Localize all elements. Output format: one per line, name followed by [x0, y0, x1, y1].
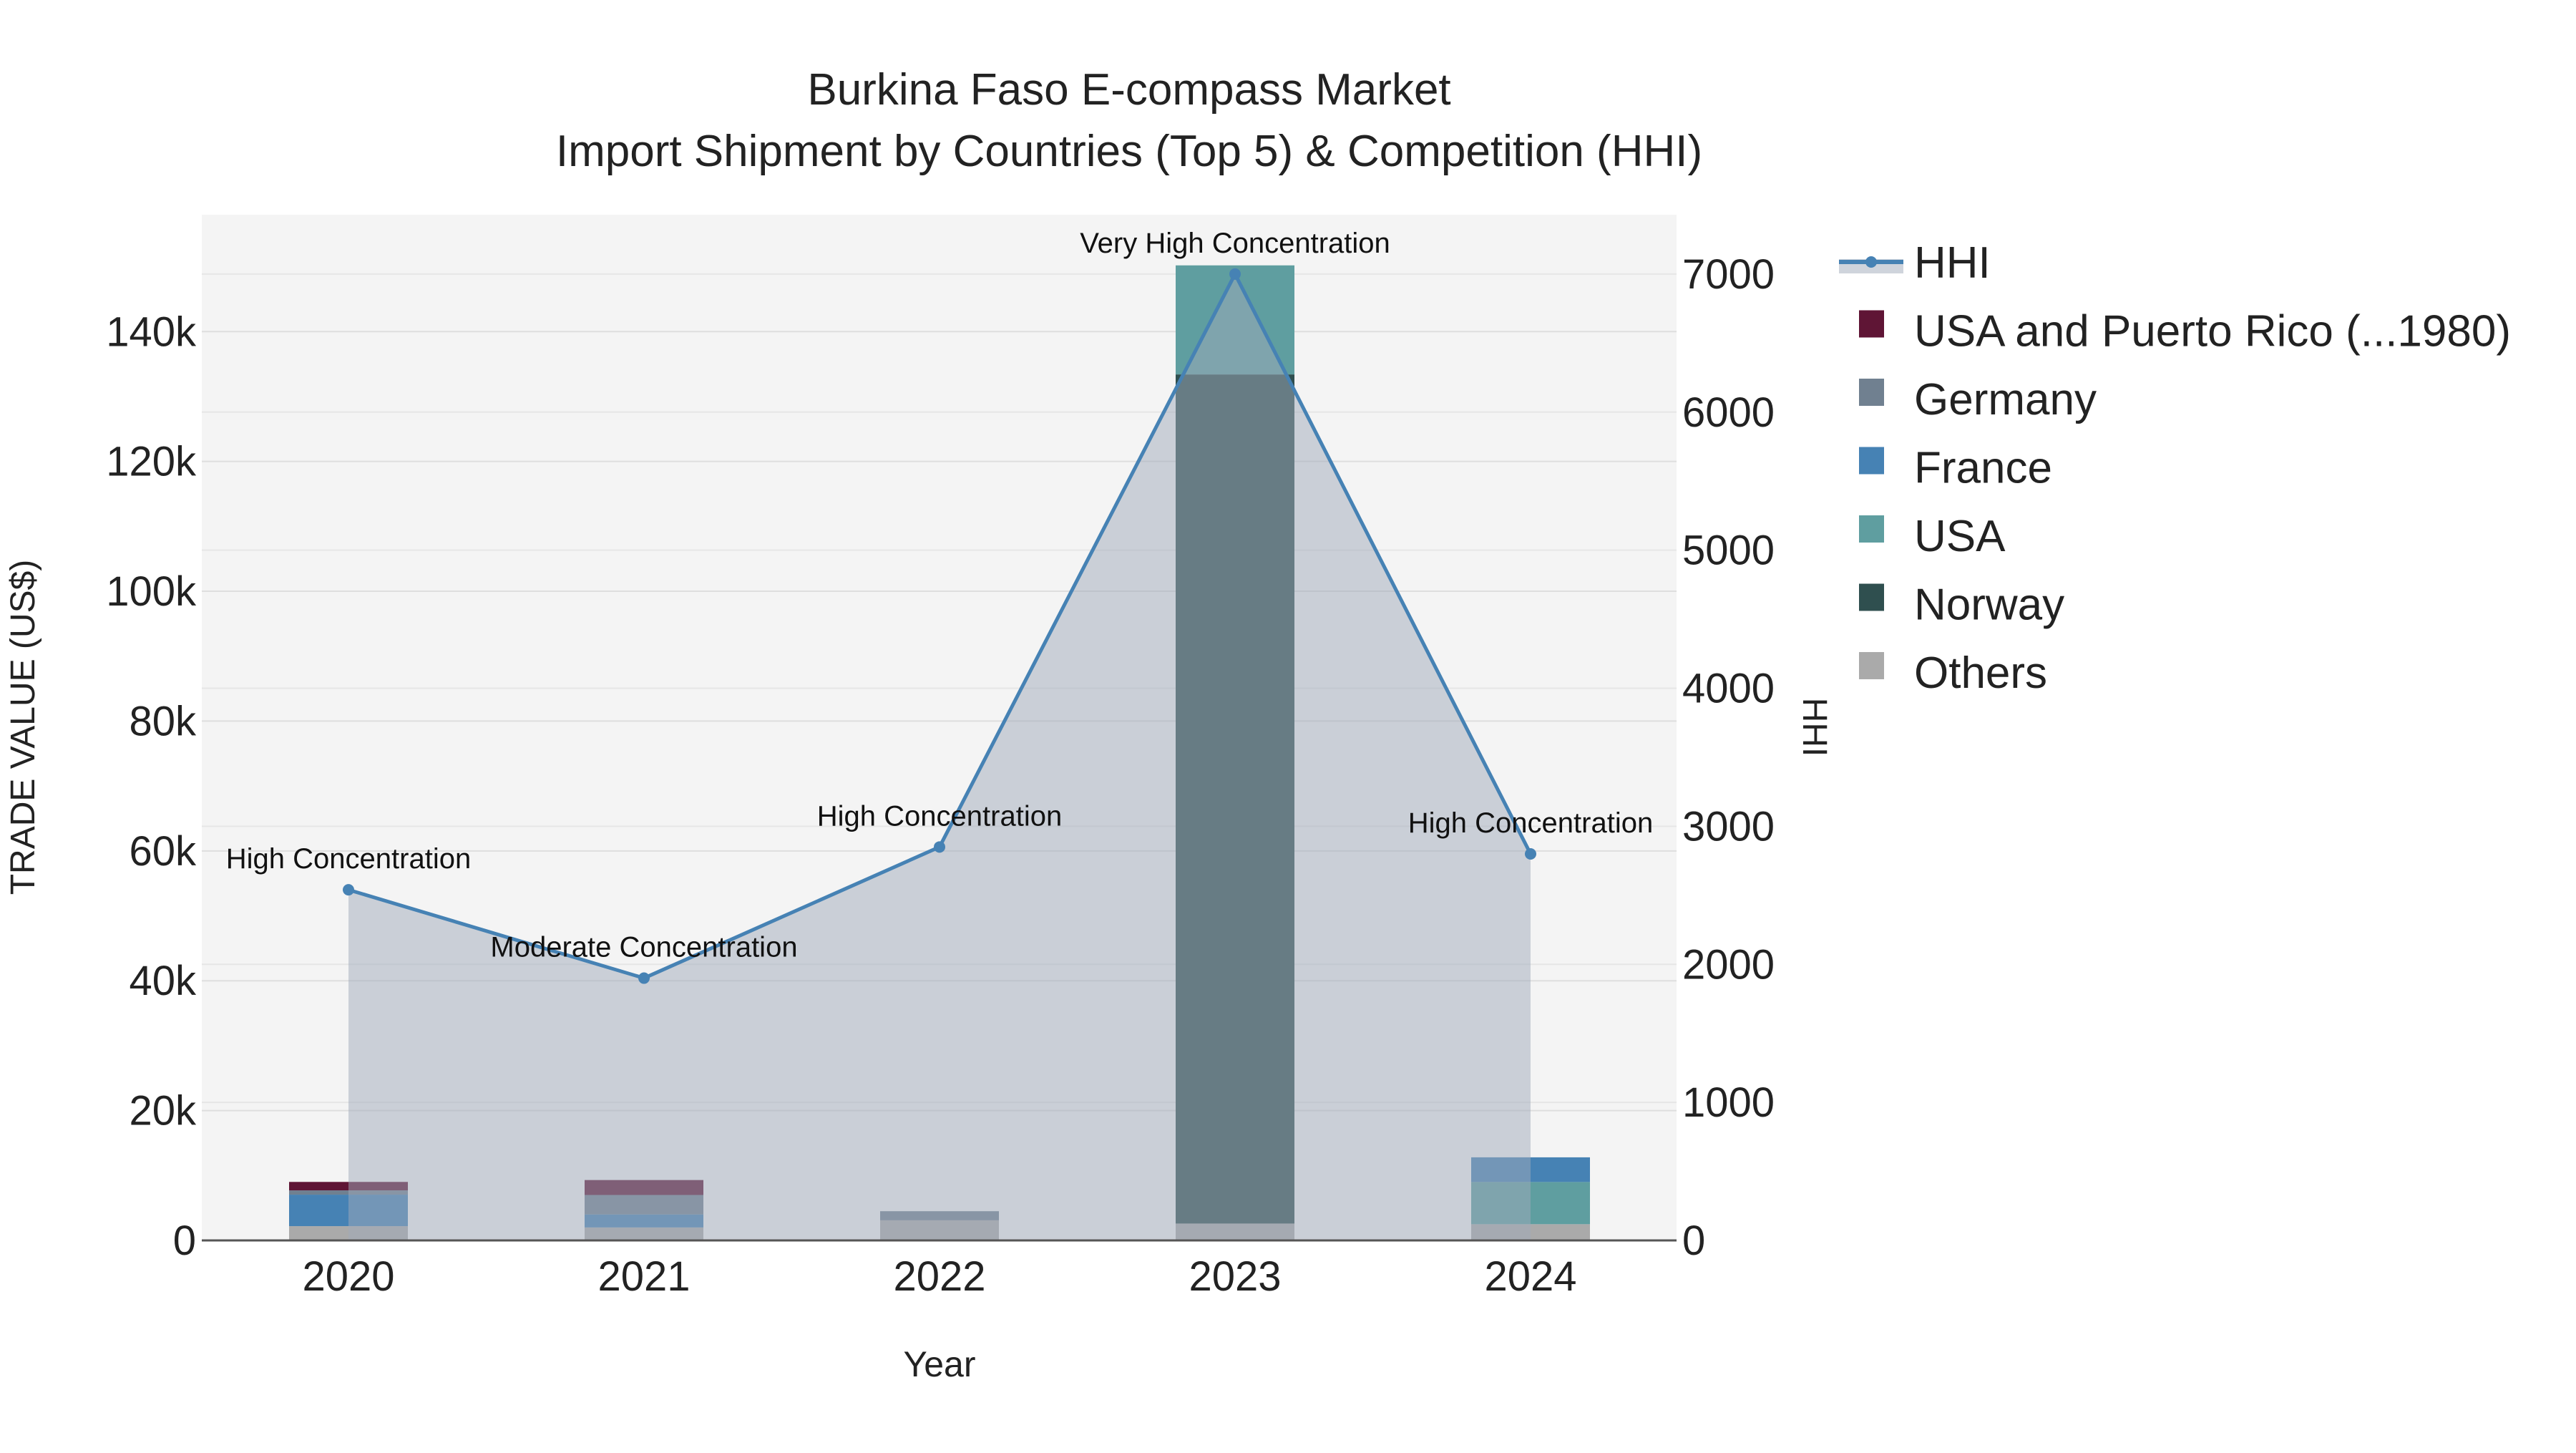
y2-tick-label: 0	[1682, 1218, 1705, 1264]
y2-tick-label: 1000	[1682, 1079, 1775, 1126]
x-axis-title: Year	[903, 1344, 975, 1384]
legend-label: Others	[1914, 648, 2047, 698]
y-tick-label: 100k	[106, 568, 197, 615]
legend-label: Norway	[1914, 580, 2064, 630]
legend-swatch	[1859, 515, 1884, 543]
legend-label: USA and Puerto Rico (...1980)	[1914, 307, 2511, 356]
hhi-annotation: High Concentration	[817, 800, 1062, 832]
y2-tick-label: 3000	[1682, 803, 1775, 850]
hhi-point-2020	[343, 884, 354, 896]
hhi-annotation: High Concentration	[1408, 807, 1653, 839]
y-tick-label: 120k	[106, 439, 197, 485]
legend-swatch	[1859, 310, 1884, 338]
y2-tick-label: 2000	[1682, 941, 1775, 988]
legend-swatch	[1859, 379, 1884, 406]
hhi-point-2024	[1525, 847, 1536, 860]
legend: HHI USA and Puerto Rico (...1980) Germany F…	[1839, 238, 2511, 698]
hhi-annotation: Moderate Concentration	[490, 932, 797, 963]
x-tick-label: 2024	[1484, 1253, 1576, 1300]
y-tick-label: 60k	[129, 828, 197, 875]
legend-label: France	[1914, 444, 2052, 493]
y-axis-title: TRADE VALUE (US$)	[4, 560, 42, 895]
y-tick-label: 80k	[129, 698, 197, 744]
chart: High Concentration Moderate Concentration…	[4, 65, 2511, 1384]
hhi-annotation: High Concentration	[226, 843, 471, 875]
legend-hhi-marker	[1865, 256, 1877, 268]
y-tick-label: 20k	[129, 1088, 197, 1134]
x-tick-label: 2022	[893, 1253, 985, 1300]
y2-axis-title: HHI	[1795, 698, 1833, 757]
x-tick-label: 2020	[302, 1253, 394, 1300]
y2-tick-label: 7000	[1682, 251, 1775, 298]
legend-swatch	[1859, 583, 1884, 611]
legend-swatch	[1859, 652, 1884, 679]
hhi-point-2023	[1229, 268, 1241, 280]
legend-label: HHI	[1914, 238, 1991, 288]
hhi-point-2022	[934, 841, 945, 853]
y2-tick-label: 4000	[1682, 666, 1775, 712]
x-tick-label: 2023	[1189, 1253, 1281, 1300]
legend-label: Germany	[1914, 375, 2097, 424]
y2-tick-label: 6000	[1682, 389, 1775, 436]
hhi-point-2021	[638, 972, 650, 984]
y-tick-label: 0	[173, 1218, 196, 1264]
y-tick-label: 140k	[106, 308, 197, 355]
y2-tick-label: 5000	[1682, 528, 1775, 574]
legend-label: USA	[1914, 512, 2006, 561]
x-tick-label: 2021	[597, 1253, 690, 1300]
chart-subtitle: Import Shipment by Countries (Top 5) & C…	[556, 127, 1702, 176]
y-tick-label: 40k	[129, 958, 197, 1004]
legend-swatch	[1859, 447, 1884, 475]
chart-title: Burkina Faso E-compass Market	[807, 65, 1450, 115]
hhi-annotation: Very High Concentration	[1080, 228, 1390, 259]
